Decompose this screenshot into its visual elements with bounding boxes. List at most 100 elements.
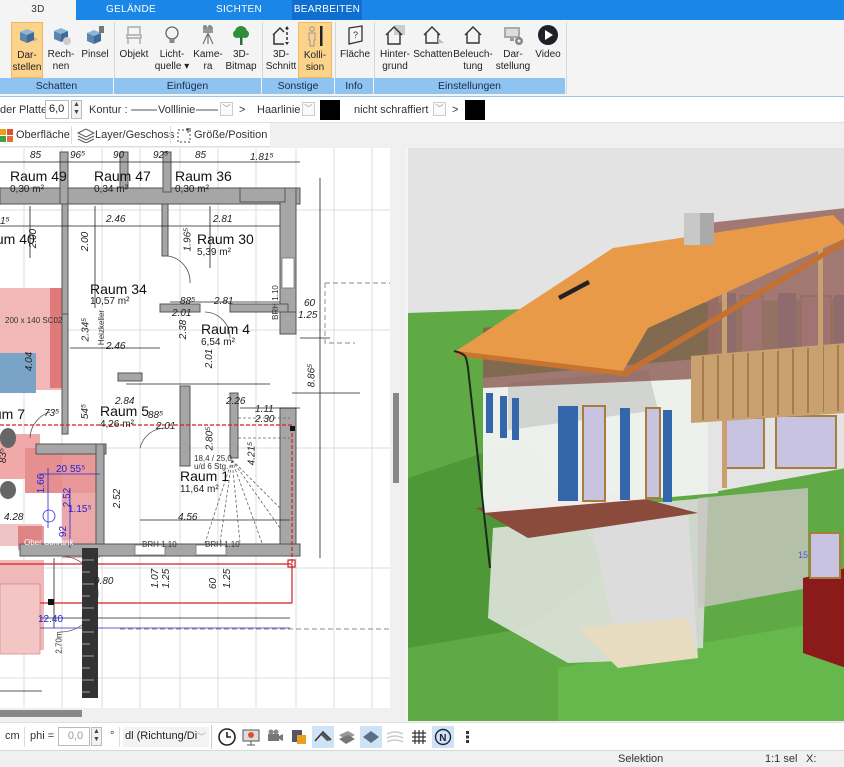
darstellen-button[interactable]: Dar- stellen xyxy=(11,22,43,78)
chair-icon xyxy=(126,26,142,44)
window-label: BRH 1.10 xyxy=(205,540,240,549)
platte-thickness-input[interactable]: 6,0 xyxy=(45,100,69,119)
oberflaeche-button[interactable]: Oberfläche xyxy=(0,126,70,144)
kollision-button[interactable]: Kolli- sion xyxy=(298,22,332,78)
dim-label: 2.34⁵ xyxy=(80,317,92,342)
darstellen-label-1: Dar- xyxy=(17,50,37,61)
floor-slab-icon xyxy=(363,731,379,743)
layer-geschoss-button[interactable]: Layer/Geschoss xyxy=(77,126,174,144)
video-label: Video xyxy=(535,49,561,60)
tab-3d[interactable]: 3D xyxy=(0,0,76,20)
walls-toggle[interactable] xyxy=(336,726,358,748)
group-label-schatten: Schatten xyxy=(0,78,114,94)
roof-icon xyxy=(314,730,332,742)
rechnen-label-1: Rech- xyxy=(47,49,75,60)
beleuchtung-label-1: Beleuch- xyxy=(453,49,493,60)
kamera-button[interactable]: Kame- ra xyxy=(193,22,223,78)
tab-bearbeiten[interactable]: BEARBEITEN xyxy=(292,0,362,20)
3d-view[interactable]: 15 xyxy=(406,148,844,721)
schatten-button[interactable]: Schatten xyxy=(413,22,453,78)
floor-slab-toggle[interactable] xyxy=(360,726,382,748)
pinsel-button[interactable]: Pinsel xyxy=(79,22,111,78)
line-type-dropdown[interactable]: ﹀ xyxy=(302,102,315,116)
line-color-swatch[interactable] xyxy=(320,100,340,120)
roof-toggle[interactable] xyxy=(312,726,334,748)
groesse-position-button[interactable]: Größe/Position xyxy=(177,126,267,144)
hatch-more-arrow[interactable]: > xyxy=(452,102,458,118)
tab-gelaende[interactable]: GELÄNDE xyxy=(76,0,186,20)
line-sample-icon xyxy=(131,109,157,111)
plan-horizontal-scroll-thumb[interactable] xyxy=(0,710,82,717)
blue-dim-label: 12.40 xyxy=(38,614,64,625)
bottom-toolbar: cm phi = 0,0 ▲ ▼ ° dl (Richtung/Di ﹀ N xyxy=(0,722,844,750)
layers-color-icon xyxy=(292,730,306,744)
bitmap3d-label-2: Bitmap xyxy=(225,61,257,72)
hintergrund-label-2: grund xyxy=(382,61,408,72)
svg-text:N: N xyxy=(439,733,446,744)
presentation-button[interactable] xyxy=(240,726,262,748)
furniture-label: 200 x 140 SC02 xyxy=(5,316,63,325)
plan-vertical-scroll-thumb[interactable] xyxy=(393,393,399,483)
bitmap3d-button[interactable]: 3D- Bitmap xyxy=(224,22,258,78)
group-label-info: Info xyxy=(335,78,374,94)
room-area: 0,30 m² xyxy=(10,184,44,195)
schnitt3d-label-2: Schnitt xyxy=(265,61,297,72)
room-label: Raum 34 xyxy=(90,281,147,297)
chevron-down-icon: ﹀ xyxy=(196,732,206,742)
schnitt3d-button[interactable]: 3D- Schnitt xyxy=(265,22,297,78)
group-label-einstellungen: Einstellungen xyxy=(374,78,566,94)
lichtquelle-button[interactable]: Licht- quelle ▾ xyxy=(153,22,191,78)
room-area: 6,54 m² xyxy=(201,337,235,348)
blue-dim-label: 20 xyxy=(56,464,68,475)
camera-button[interactable] xyxy=(264,726,286,748)
dim-label: 2.01 xyxy=(172,308,192,319)
dim-label: 4.21⁵ xyxy=(246,441,258,466)
rechnen-button[interactable]: Rech- nen xyxy=(45,22,77,78)
group-label-sonstige: Sonstige xyxy=(262,78,335,94)
dim-label: 2.26 xyxy=(226,396,246,407)
ruler xyxy=(82,548,98,698)
phi-label: phi = xyxy=(30,730,55,742)
dim-label: 9.80 xyxy=(94,576,114,587)
hintergrund-button[interactable]: Hinter- grund xyxy=(377,22,413,78)
more-icon xyxy=(466,731,469,743)
oberflaeche-label: Oberfläche xyxy=(16,129,70,141)
person-wall-icon xyxy=(308,26,323,47)
kontur-more-arrow[interactable]: > xyxy=(239,102,245,118)
dim-label: 1.96⁵ xyxy=(182,227,194,252)
house-shadow-icon xyxy=(423,26,444,44)
phi-input[interactable]: 0,0 xyxy=(58,727,90,746)
darstellung-button[interactable]: Dar- stellung xyxy=(495,22,531,78)
dim-label: 1⁵ xyxy=(0,216,10,227)
house-section-icon xyxy=(272,26,289,45)
beleuchtung-label-2: tung xyxy=(463,61,483,72)
status-mode: Selektion xyxy=(618,753,664,765)
clock-button[interactable] xyxy=(216,726,238,748)
kontur-value[interactable]: Volllinie xyxy=(158,102,195,118)
ribbon-separator xyxy=(566,22,567,94)
kamera-label-2: ra xyxy=(203,61,213,72)
beleuchtung-button[interactable]: Beleuch- tung xyxy=(453,22,493,78)
mode-select[interactable]: dl (Richtung/Di ﹀ xyxy=(123,727,209,747)
video-button[interactable]: Video xyxy=(532,22,564,78)
hatch-color-swatch[interactable] xyxy=(465,100,485,120)
tab-sichten[interactable]: SICHTEN xyxy=(186,0,292,20)
north-toggle[interactable]: N xyxy=(432,726,454,748)
phi-spinner[interactable]: ▲ ▼ xyxy=(91,727,102,746)
resize-frame-icon xyxy=(177,128,191,143)
objekt-button[interactable]: Objekt xyxy=(117,22,151,78)
hatch-dropdown[interactable]: ﹀ xyxy=(433,102,446,116)
house-background-icon xyxy=(385,25,405,45)
room-area: 10,57 m² xyxy=(90,296,130,307)
walls-icon xyxy=(339,731,355,744)
more-options-button[interactable] xyxy=(456,726,478,748)
layers-color-button[interactable] xyxy=(288,726,310,748)
grid-toggle[interactable] xyxy=(408,726,430,748)
dim-label: 73⁵ xyxy=(44,408,60,419)
platte-spinner[interactable]: ▲ ▼ xyxy=(71,100,82,119)
kontur-dropdown[interactable]: ﹀ xyxy=(220,102,233,116)
wireframe-toggle[interactable] xyxy=(384,726,406,748)
flaeche-button[interactable]: ? Fläche xyxy=(338,22,372,78)
selection-handle xyxy=(48,599,54,605)
floor-plan-view[interactable]: 85 96⁵ 90 92⁵ 85 1.81⁵ Raum 49 0,30 m² R… xyxy=(0,148,398,708)
